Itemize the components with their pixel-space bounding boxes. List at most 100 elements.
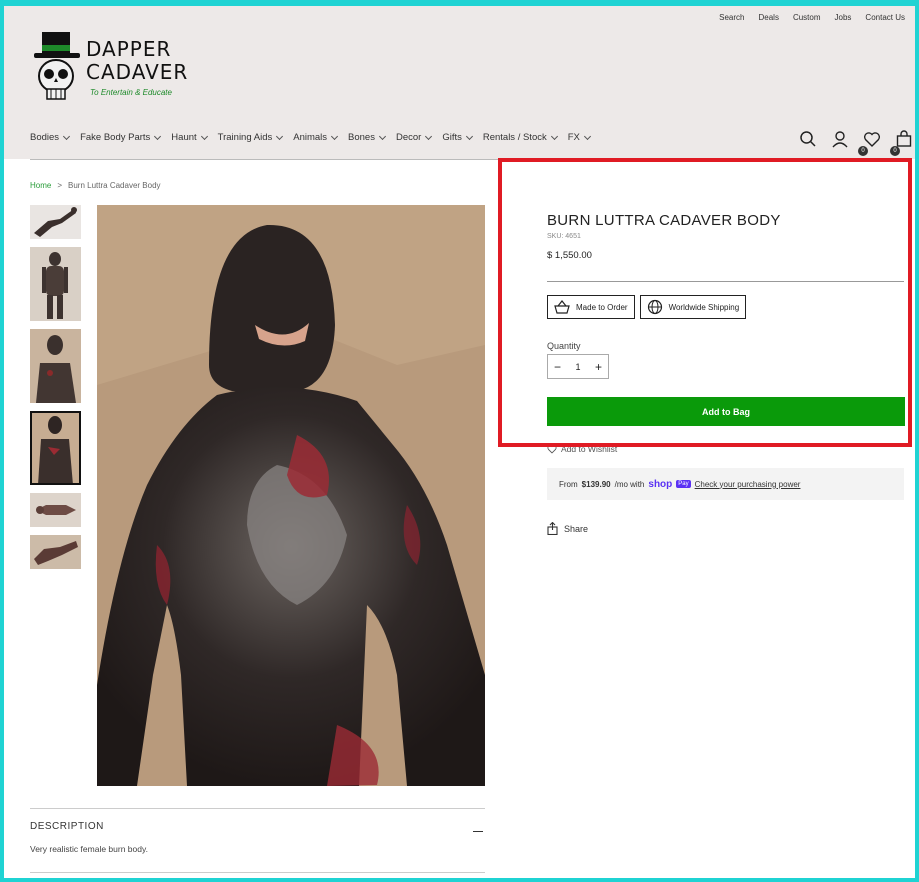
share-icon (547, 522, 558, 535)
bag-count-badge: 0 (890, 146, 900, 156)
product-sku: SKU: 4651 (547, 233, 581, 240)
shoppay-suffix: /mo with (614, 479, 645, 489)
nav-label: Bones (348, 132, 375, 143)
shoppay-amount: $139.90 (581, 479, 611, 489)
nav-item-gifts[interactable]: Gifts (442, 132, 473, 143)
minus-icon (473, 831, 483, 832)
shoppay-logo: shop (648, 478, 673, 490)
page-frame: Search Deals Custom Jobs Contact Us DAPP… (4, 6, 915, 878)
nav-label: Animals (293, 132, 328, 143)
badge-label: Made to Order (576, 302, 628, 312)
add-to-wishlist-link[interactable]: Add to Wishlist (547, 444, 617, 454)
product-title: BURN LUTTRA CADAVER BODY (547, 212, 781, 229)
description-divider (30, 872, 485, 873)
badge-worldwide-shipping: Worldwide Shipping (639, 295, 747, 319)
product-price: $ 1,550.00 (547, 250, 592, 261)
nav-label: Bodies (30, 132, 60, 143)
quantity-decrease-button[interactable]: − (554, 360, 561, 374)
nav-item-training-aids[interactable]: Training Aids (217, 132, 284, 143)
thumbnail-image (42, 252, 68, 319)
thumbnail-3[interactable] (30, 329, 81, 403)
nav-label: Fake Body Parts (80, 132, 151, 143)
thumbnail-image (36, 335, 76, 403)
product-badges: Made to Order Worldwide Shipping (547, 295, 747, 319)
heart-icon (863, 132, 881, 147)
shoppay-pay-badge: Pay (676, 480, 691, 488)
shoppay-prefix: From (559, 479, 578, 489)
badge-made-to-order: Made to Order (547, 295, 635, 319)
utility-links: Search Deals Custom Jobs Contact Us (719, 13, 905, 22)
wishlist-button[interactable]: 0 (858, 130, 881, 156)
util-link-search[interactable]: Search (719, 13, 744, 22)
description-toggle[interactable]: DESCRIPTION (30, 809, 485, 832)
basket-icon (554, 300, 570, 314)
quantity-label: Quantity (547, 341, 581, 351)
thumbnail-4-selected[interactable] (30, 411, 81, 485)
nav-divider (30, 159, 504, 160)
quantity-increase-button[interactable]: + (595, 360, 602, 374)
thumbnail-gallery (30, 205, 81, 577)
main-nav: Bodies Fake Body Parts Haunt Training Ai… (30, 132, 601, 143)
breadcrumb-home[interactable]: Home (30, 181, 51, 190)
nav-item-fx[interactable]: FX (567, 132, 591, 143)
nav-item-haunt[interactable]: Haunt (171, 132, 208, 143)
quantity-value[interactable]: 1 (575, 362, 580, 372)
util-link-jobs[interactable]: Jobs (835, 13, 852, 22)
globe-icon (647, 299, 662, 315)
description-heading: DESCRIPTION (30, 821, 104, 832)
shoppay-banner: From $139.90 /mo with shop Pay Check you… (547, 468, 904, 500)
chevron-down-icon (330, 132, 339, 140)
thumbnail-image (38, 416, 73, 485)
chevron-down-icon (378, 132, 387, 140)
description-text: Very realistic female burn body. (30, 844, 148, 854)
header-icons: 0 0 (799, 130, 913, 156)
check-purchasing-power-link[interactable]: Check your purchasing power (695, 480, 801, 489)
logo-wordmark: DAPPER CADAVER (86, 38, 188, 84)
search-icon[interactable] (799, 130, 817, 148)
nav-label: Training Aids (217, 132, 273, 143)
nav-label: Rentals / Stock (482, 132, 547, 143)
nav-item-rentals-stock[interactable]: Rentals / Stock (482, 132, 558, 143)
main-product-image[interactable] (97, 205, 485, 786)
logo-line2: CADAVER (86, 60, 189, 84)
thumbnail-2[interactable] (30, 247, 81, 321)
chevron-down-icon (425, 132, 433, 140)
quantity-stepper: − 1 + (547, 354, 609, 379)
nav-label: Decor (395, 132, 422, 143)
chevron-down-icon (550, 132, 558, 140)
user-icon[interactable] (831, 130, 849, 148)
share-button[interactable]: Share (547, 522, 588, 535)
nav-item-decor[interactable]: Decor (395, 132, 433, 143)
nav-label: FX (567, 132, 580, 143)
thumbnail-6[interactable] (30, 535, 81, 569)
skull-tophat-icon (34, 32, 80, 100)
util-link-deals[interactable]: Deals (759, 13, 779, 22)
thumbnail-image (36, 505, 76, 515)
description-accordion: DESCRIPTION Very realistic female burn b… (30, 808, 485, 854)
chevron-down-icon (200, 132, 208, 140)
share-label: Share (564, 523, 589, 534)
add-to-bag-button[interactable]: Add to Bag (547, 397, 905, 426)
breadcrumb-separator: > (57, 181, 63, 190)
site-logo[interactable]: DAPPER CADAVER To Entertain & Educate (34, 32, 204, 106)
util-link-contact[interactable]: Contact Us (865, 13, 905, 22)
thumbnail-image (34, 541, 78, 565)
nav-label: Gifts (442, 132, 462, 143)
nav-item-fake-body-parts[interactable]: Fake Body Parts (80, 132, 162, 143)
chevron-down-icon (583, 132, 591, 140)
thumbnail-1[interactable] (30, 205, 81, 239)
breadcrumb-current: Burn Luttra Cadaver Body (68, 181, 161, 190)
breadcrumb: Home > Burn Luttra Cadaver Body (30, 181, 161, 190)
chevron-down-icon (63, 132, 71, 140)
nav-item-bones[interactable]: Bones (348, 132, 387, 143)
nav-label: Haunt (171, 132, 197, 143)
bag-button[interactable]: 0 (890, 130, 913, 156)
nav-item-animals[interactable]: Animals (293, 132, 339, 143)
thumbnail-image (34, 207, 77, 237)
wishlist-count-badge: 0 (858, 146, 868, 156)
nav-item-bodies[interactable]: Bodies (30, 132, 71, 143)
heart-icon (547, 445, 557, 454)
util-link-custom[interactable]: Custom (793, 13, 821, 22)
logo-tagline: To Entertain & Educate (90, 88, 172, 97)
thumbnail-5[interactable] (30, 493, 81, 527)
